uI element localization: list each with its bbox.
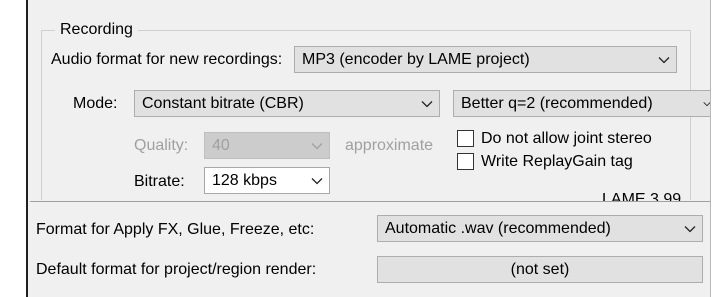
render-format-button[interactable]: (not set) (377, 256, 703, 283)
vertical-scrollbar[interactable] (711, 0, 724, 297)
recording-group-title: Recording (55, 20, 138, 40)
bitrate-value: 128 kbps (212, 171, 277, 189)
frame-left-edge (26, 0, 28, 297)
audio-format-label: Audio format for new recordings: (51, 51, 283, 68)
chevron-down-icon (415, 100, 439, 108)
quality-value: 40 (212, 136, 230, 154)
joint-stereo-label: Do not allow joint stereo (481, 130, 652, 147)
replaygain-label: Write ReplayGain tag (481, 153, 633, 170)
group-separator (30, 201, 712, 202)
quality-dropdown[interactable]: 40 (204, 132, 330, 159)
mode-dropdown[interactable]: Constant bitrate (CBR) (134, 90, 440, 117)
audio-format-value: MP3 (encoder by LAME project) (302, 50, 530, 68)
bitrate-label: Bitrate: (134, 173, 185, 190)
replaygain-checkbox[interactable] (457, 153, 474, 170)
lame-preset-value: Better q=2 (recommended) (461, 94, 653, 112)
apply-fx-format-dropdown[interactable]: Automatic .wav (recommended) (377, 215, 703, 242)
mode-value: Constant bitrate (CBR) (142, 94, 304, 112)
apply-fx-format-value: Automatic .wav (recommended) (385, 219, 611, 237)
apply-fx-format-label: Format for Apply FX, Glue, Freeze, etc: (36, 221, 315, 238)
chevron-down-icon (652, 56, 676, 64)
audio-format-dropdown[interactable]: MP3 (encoder by LAME project) (294, 46, 677, 73)
mode-label: Mode: (73, 95, 118, 112)
render-format-label: Default format for project/region render… (36, 261, 317, 278)
bitrate-dropdown[interactable]: 128 kbps (204, 167, 330, 194)
chevron-down-icon (678, 225, 702, 233)
chevron-down-icon (305, 142, 329, 150)
quality-label: Quality: (134, 137, 189, 154)
lame-preset-dropdown[interactable]: Better q=2 (recommended) (453, 90, 715, 117)
joint-stereo-checkbox[interactable] (457, 130, 474, 147)
frame-left-outside (0, 0, 26, 297)
approximate-label: approximate (345, 137, 434, 154)
chevron-down-icon (305, 177, 329, 185)
lame-version-clip: LAME 3.99 (590, 186, 690, 202)
